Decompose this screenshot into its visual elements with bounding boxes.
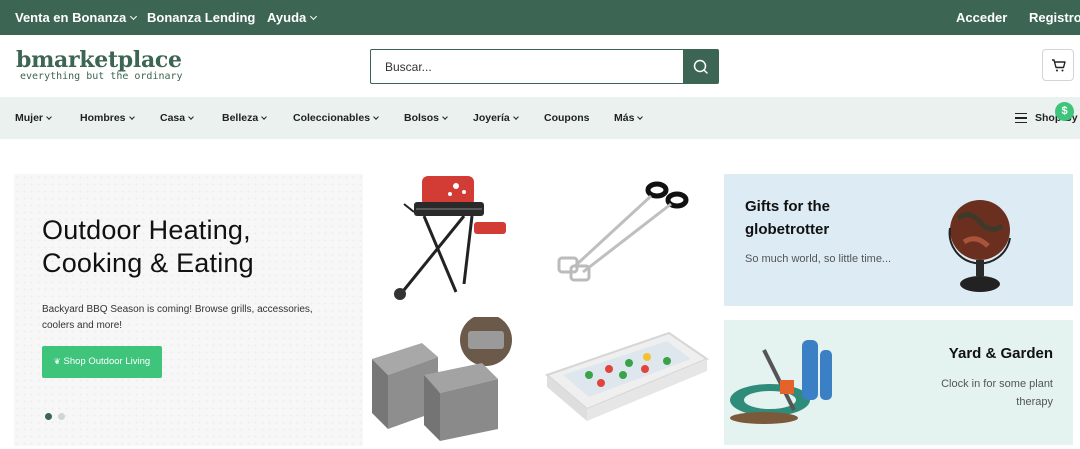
- chevron-down-icon: [637, 114, 644, 120]
- shop-outdoor-living-button[interactable]: ❦ Shop Outdoor Living: [42, 346, 162, 378]
- login-link[interactable]: Acceder: [956, 0, 1007, 35]
- carousel-dot-1[interactable]: [45, 413, 52, 420]
- chevron-down-icon: [512, 114, 519, 120]
- search-icon: [693, 59, 708, 74]
- category-label: Hombres: [80, 112, 126, 124]
- category-label: Coleccionables: [293, 112, 371, 124]
- chevron-down-icon: [373, 114, 379, 120]
- shop-outdoor-living-label: Shop Outdoor Living: [63, 356, 151, 367]
- leaf-icon: ❦: [53, 357, 61, 366]
- promo-yard-garden-title: Yard & Garden: [948, 345, 1053, 362]
- globe-image: [948, 200, 1011, 292]
- logo-wordmark: bmarketplace: [16, 47, 182, 73]
- bonanza-lending-link[interactable]: Bonanza Lending: [147, 0, 255, 35]
- product-tile-grill-brick[interactable]: [364, 317, 528, 445]
- category-hombres[interactable]: Hombres: [80, 97, 135, 139]
- chevron-down-icon: [128, 114, 135, 120]
- search-bar: [370, 49, 719, 84]
- product-tile-tongs[interactable]: [545, 174, 723, 302]
- category-belleza[interactable]: Belleza: [222, 97, 268, 139]
- search-button[interactable]: [683, 50, 718, 83]
- chevron-down-icon: [130, 12, 138, 21]
- carousel-dot-2[interactable]: [58, 413, 65, 420]
- help-menu[interactable]: Ayuda: [267, 0, 318, 35]
- promo-globetrotter-subtitle: So much world, so little time...: [745, 253, 892, 265]
- tongs-image: [557, 181, 689, 282]
- promo-yard-garden[interactable]: Yard & Garden Clock in for some plant th…: [724, 320, 1073, 445]
- cart-icon: [1052, 59, 1066, 72]
- chevron-down-icon: [261, 114, 268, 120]
- category-bolsos[interactable]: Bolsos: [404, 97, 448, 139]
- category-label: Bolsos: [404, 112, 440, 124]
- promo-globetrotter[interactable]: Gifts for the globetrotter So much world…: [724, 174, 1073, 306]
- chevron-down-icon: [442, 114, 448, 120]
- promo-yard-garden-subtitle: Clock in for some plant therapy: [941, 378, 1053, 408]
- category-label: Belleza: [222, 112, 259, 124]
- chevron-down-icon: [188, 114, 194, 120]
- chat-badge-icon[interactable]: $: [1055, 102, 1074, 121]
- category-mujer[interactable]: Mujer: [15, 97, 52, 139]
- sell-on-bonanza-label: Venta en Bonanza: [15, 10, 127, 25]
- category-joyeria[interactable]: Joyería: [473, 97, 519, 139]
- category-coleccionables[interactable]: Coleccionables: [293, 97, 379, 139]
- logo-tagline: everything but the ordinary: [20, 71, 183, 82]
- category-mas[interactable]: Más: [614, 97, 644, 139]
- grill-brick-image: [372, 317, 512, 441]
- category-casa[interactable]: Casa: [160, 97, 194, 139]
- help-label: Ayuda: [267, 10, 307, 25]
- marketplace-logo[interactable]: bmarketplace everything but the ordinary: [16, 46, 186, 86]
- product-tile-grill[interactable]: [364, 174, 544, 302]
- inflatable-cooler-image: [545, 331, 710, 421]
- hero-title: Outdoor Heating, Cooking & Eating: [42, 215, 254, 278]
- register-link[interactable]: Registro: [1029, 0, 1080, 35]
- hamburger-icon: [1015, 113, 1027, 123]
- grill-image: [394, 176, 506, 300]
- header: bmarketplace everything but the ordinary: [0, 35, 1080, 97]
- category-coupons[interactable]: Coupons: [544, 97, 590, 139]
- chevron-down-icon: [310, 12, 318, 21]
- chevron-down-icon: [46, 114, 52, 120]
- hero-banner: Outdoor Heating, Cooking & Eating Backya…: [14, 174, 363, 446]
- hero-description: Backyard BBQ Season is coming! Browse gr…: [42, 304, 313, 331]
- product-tile-inflatable-cooler[interactable]: [529, 317, 723, 445]
- category-label: Joyería: [473, 112, 510, 124]
- top-bar: Venta en Bonanza Bonanza Lending Ayuda A…: [0, 0, 1080, 35]
- garden-tools-image: [730, 340, 832, 424]
- category-label: Casa: [160, 112, 186, 124]
- category-nav: Mujer Hombres Casa Belleza Coleccionable…: [0, 97, 1080, 139]
- search-input[interactable]: [371, 50, 683, 83]
- sell-on-bonanza-menu[interactable]: Venta en Bonanza: [15, 0, 138, 35]
- category-label: Más: [614, 112, 635, 124]
- category-label: Mujer: [15, 112, 44, 124]
- promo-globetrotter-title: Gifts for the globetrotter: [745, 198, 830, 238]
- cart-button[interactable]: [1042, 49, 1074, 81]
